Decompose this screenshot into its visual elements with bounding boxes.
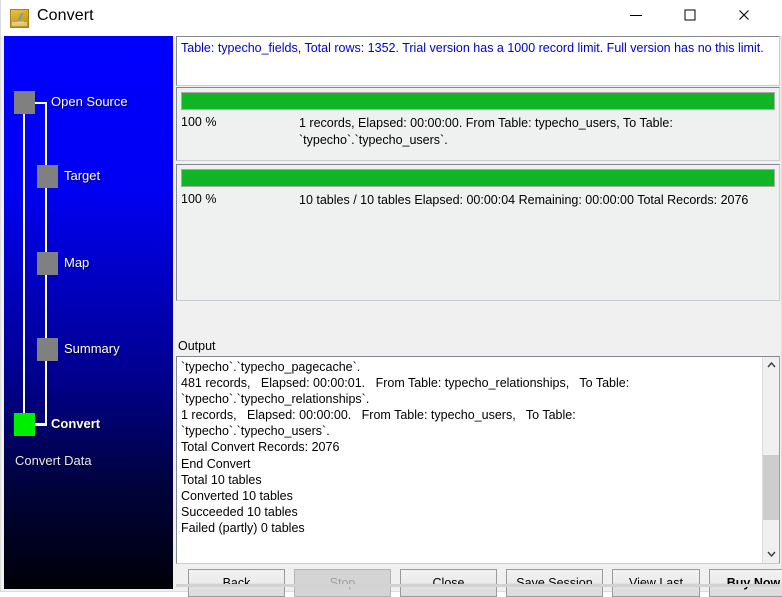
step-label-target: Target <box>64 168 101 183</box>
scroll-down-button[interactable] <box>763 546 779 563</box>
minimize-button[interactable] <box>613 0 659 30</box>
sidebar-item-target[interactable]: Target <box>4 165 173 189</box>
step-label-map: Map <box>64 255 90 270</box>
chevron-up-icon <box>766 362 776 368</box>
sidebar-item-map[interactable]: Map <box>4 252 173 276</box>
current-table-progress-bar <box>181 92 775 110</box>
step-node-convert <box>14 413 35 436</box>
overall-progress-detail: 10 tables / 10 tables Elapsed: 00:00:04 … <box>299 193 749 207</box>
buy-now-button[interactable]: Buy Now <box>709 569 782 597</box>
sidebar-item-summary[interactable]: Summary <box>4 338 173 362</box>
window-title: Convert <box>37 7 94 24</box>
step-node-summary <box>37 338 58 361</box>
trial-notice: Table: typecho_fields, Total rows: 1352.… <box>176 36 780 86</box>
step-node-map <box>37 252 58 275</box>
overall-progress-fill <box>182 170 774 186</box>
output-log-box[interactable]: `typecho`.`typecho_pagecache`. 481 recor… <box>176 356 780 564</box>
mysql-dolphin-icon <box>10 9 29 28</box>
overall-progress-group: 100 % 10 tables / 10 tables Elapsed: 00:… <box>176 164 780 301</box>
close-icon <box>739 10 749 20</box>
convert-window: Convert Open Source Target Map Summary C… <box>0 0 782 597</box>
maximize-icon <box>684 9 696 21</box>
current-table-progress-detail: 1 records, Elapsed: 00:00:00. From Table… <box>299 116 673 147</box>
output-label: Output <box>178 339 216 353</box>
save-session-button[interactable]: Save Session <box>506 569 603 597</box>
close-dialog-button[interactable]: Close <box>400 569 497 597</box>
icon-base <box>12 22 27 26</box>
current-table-progress-fill <box>182 93 774 109</box>
content-bottom-edge <box>176 584 780 587</box>
sidebar-footer-label: Convert Data <box>15 453 92 468</box>
current-table-progress-group: 100 % 1 records, Elapsed: 00:00:00. From… <box>176 87 780 161</box>
convert-content: Table: typecho_fields, Total rows: 1352.… <box>176 36 782 597</box>
maximize-button[interactable] <box>667 0 713 30</box>
overall-progress-percent: 100 % <box>181 192 217 206</box>
chevron-down-icon <box>766 551 776 557</box>
scroll-up-button[interactable] <box>763 357 779 374</box>
output-scrollbar[interactable] <box>762 357 779 563</box>
current-table-progress-percent: 100 % <box>181 115 217 129</box>
scrollbar-thumb[interactable] <box>763 455 779 520</box>
overall-progress-bar <box>181 169 775 187</box>
title-bar: Convert <box>1 0 782 36</box>
wizard-sidebar: Open Source Target Map Summary Convert C… <box>4 36 173 589</box>
step-node-open-source <box>14 91 35 114</box>
sidebar-item-convert[interactable]: Convert <box>4 413 173 437</box>
stop-button: Stop <box>294 569 391 597</box>
minimize-icon <box>630 15 642 16</box>
view-last-button[interactable]: View Last <box>612 569 700 597</box>
sidebar-item-open-source[interactable]: Open Source <box>4 91 173 115</box>
back-button[interactable]: Back <box>188 569 285 597</box>
output-log-text: `typecho`.`typecho_pagecache`. 481 recor… <box>181 360 630 535</box>
step-label-convert: Convert <box>51 416 101 431</box>
step-node-target <box>37 165 58 188</box>
close-button[interactable] <box>721 0 767 30</box>
step-label-summary: Summary <box>64 341 120 356</box>
step-label-open-source: Open Source <box>51 94 128 109</box>
